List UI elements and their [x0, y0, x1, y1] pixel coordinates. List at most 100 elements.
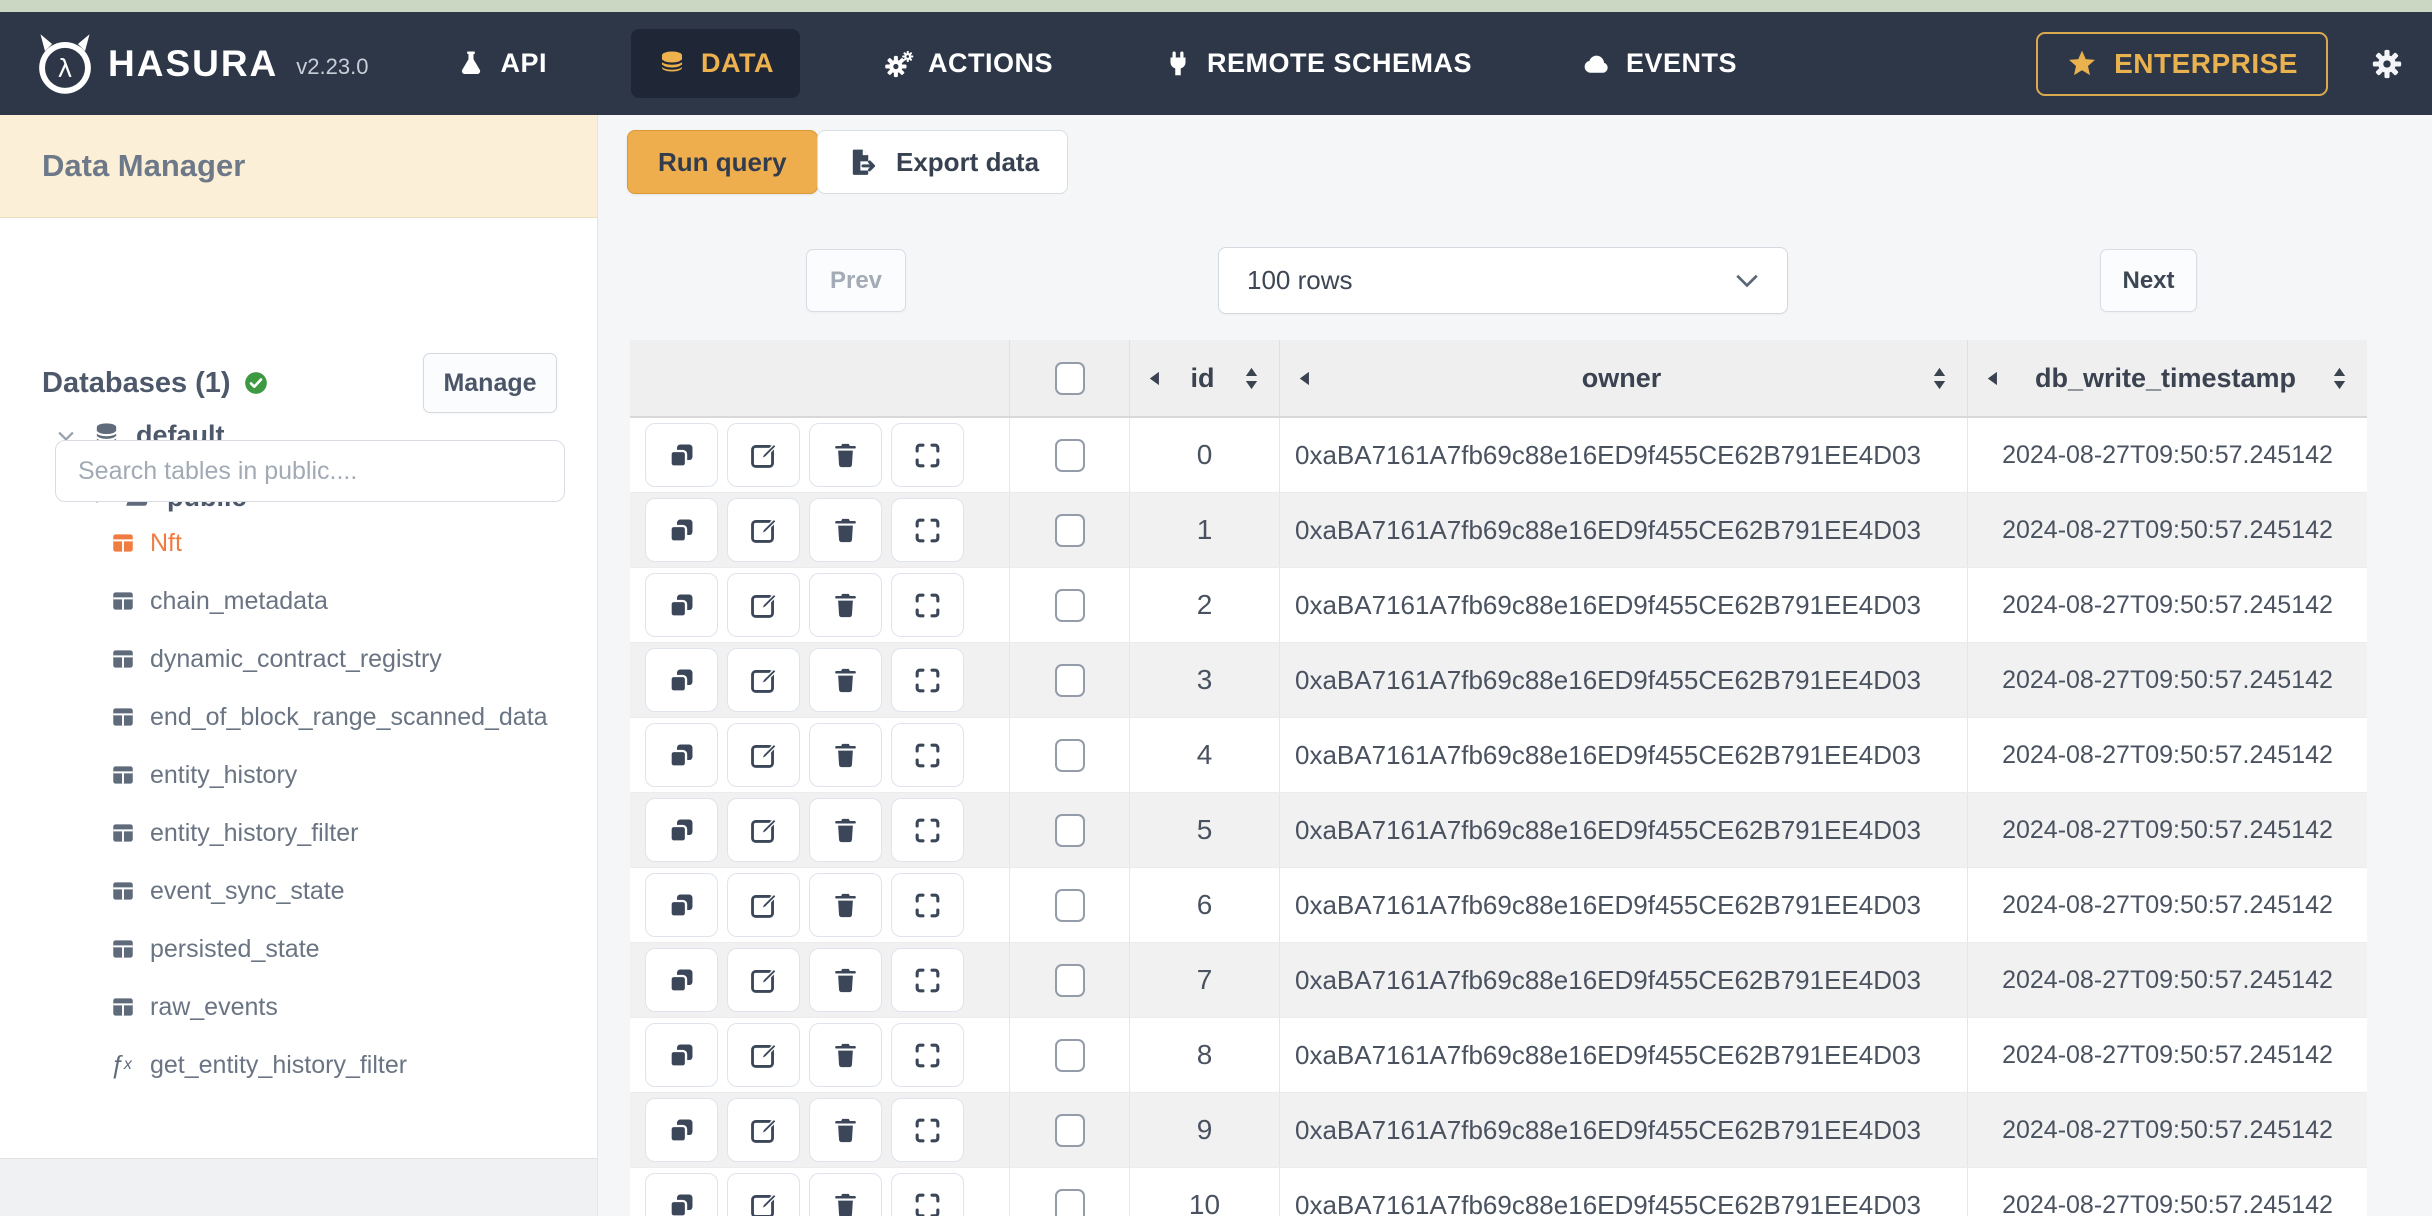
edit-row-button[interactable] [727, 648, 800, 712]
sidebar-table-item[interactable]: ƒx event_sync_state [110, 862, 597, 920]
enterprise-button[interactable]: ENTERPRISE [2036, 31, 2328, 96]
delete-row-button[interactable] [809, 648, 882, 712]
edit-row-button[interactable] [727, 498, 800, 562]
edit-row-button[interactable] [727, 423, 800, 487]
delete-row-button[interactable] [809, 1098, 882, 1162]
edit-row-button[interactable] [727, 873, 800, 937]
next-page-button[interactable]: Next [2100, 249, 2197, 312]
freeze-column-icon[interactable] [1298, 370, 1311, 387]
sidebar-table-item[interactable]: ƒx dynamic_contract_registry [110, 630, 597, 688]
sidebar-table-item[interactable]: ƒx entity_history_filter [110, 804, 597, 862]
delete-row-button[interactable] [809, 1173, 882, 1216]
chevron-down-icon [1735, 273, 1759, 289]
freeze-column-icon[interactable] [1986, 370, 1999, 387]
row-checkbox[interactable] [1054, 438, 1085, 472]
clone-row-button[interactable] [645, 723, 718, 787]
column-header-db-write-timestamp[interactable]: db_write_timestamp [1967, 340, 2367, 416]
delete-row-button[interactable] [809, 798, 882, 862]
expand-row-button[interactable] [891, 1098, 964, 1162]
delete-row-button[interactable] [809, 873, 882, 937]
delete-row-button[interactable] [809, 948, 882, 1012]
clone-row-button[interactable] [645, 798, 718, 862]
brand[interactable]: λ HASURA v2.23.0 [34, 33, 368, 95]
expand-row-button[interactable] [891, 423, 964, 487]
clone-row-button[interactable] [645, 423, 718, 487]
nav-item-data[interactable]: DATA [630, 29, 800, 98]
sort-icon[interactable] [1244, 366, 1261, 391]
expand-row-button[interactable] [891, 948, 964, 1012]
export-data-button[interactable]: Export data [817, 130, 1069, 194]
nav-item-actions[interactable]: ACTIONS [858, 29, 1079, 98]
sidebar-table-item[interactable]: ƒx chain_metadata [110, 572, 597, 630]
edit-row-button[interactable] [727, 798, 800, 862]
table-name: dynamic_contract_registry [150, 644, 442, 673]
delete-row-button[interactable] [809, 573, 882, 637]
row-checkbox[interactable] [1054, 1188, 1085, 1216]
clone-row-button[interactable] [645, 1173, 718, 1216]
clone-row-button[interactable] [645, 873, 718, 937]
sort-icon[interactable] [2332, 366, 2349, 391]
version-label: v2.23.0 [296, 53, 369, 79]
sidebar-table-item[interactable]: ƒx persisted_state [110, 920, 597, 978]
column-header-id[interactable]: id [1129, 340, 1279, 416]
clone-row-button[interactable] [645, 498, 718, 562]
sidebar-table-item[interactable]: ƒx raw_events [110, 978, 597, 1036]
freeze-column-icon[interactable] [1148, 370, 1161, 387]
cell-id: 5 [1129, 793, 1279, 867]
manage-button[interactable]: Manage [423, 353, 557, 413]
cell-id: 0 [1129, 418, 1279, 492]
star-icon [2066, 48, 2098, 80]
table-name: end_of_block_range_scanned_data [150, 702, 548, 731]
clone-row-button[interactable] [645, 948, 718, 1012]
clone-row-button[interactable] [645, 1098, 718, 1162]
row-checkbox[interactable] [1054, 513, 1085, 547]
delete-row-button[interactable] [809, 498, 882, 562]
clone-row-button[interactable] [645, 573, 718, 637]
nav-item-events[interactable]: EVENTS [1556, 29, 1763, 98]
rows-per-page-select[interactable]: 100 rows [1218, 247, 1788, 314]
nav-item-remote-schemas[interactable]: REMOTE SCHEMAS [1137, 29, 1498, 98]
sidebar-table-item[interactable]: ƒx get_entity_history_filter [110, 1036, 597, 1094]
expand-row-button[interactable] [891, 498, 964, 562]
clone-row-button[interactable] [645, 648, 718, 712]
edit-row-button[interactable] [727, 948, 800, 1012]
search-tables-input[interactable] [55, 440, 565, 502]
expand-row-button[interactable] [891, 873, 964, 937]
rows-per-page-value: 100 rows [1247, 265, 1353, 295]
gear-icon[interactable] [2370, 47, 2404, 81]
expand-row-button[interactable] [891, 573, 964, 637]
row-checkbox[interactable] [1054, 663, 1085, 697]
row-checkbox[interactable] [1054, 963, 1085, 997]
sidebar-table-item[interactable]: ƒx Nft [110, 514, 597, 572]
sidebar-table-item[interactable]: ƒx entity_history [110, 746, 597, 804]
delete-row-button[interactable] [809, 1023, 882, 1087]
nav-item-api[interactable]: API [430, 29, 573, 98]
table-name: entity_history [150, 760, 298, 789]
delete-row-button[interactable] [809, 723, 882, 787]
prev-page-button[interactable]: Prev [806, 249, 906, 312]
clone-row-button[interactable] [645, 1023, 718, 1087]
edit-row-button[interactable] [727, 1023, 800, 1087]
edit-row-button[interactable] [727, 1098, 800, 1162]
expand-row-button[interactable] [891, 1023, 964, 1087]
row-checkbox[interactable] [1054, 813, 1085, 847]
expand-row-button[interactable] [891, 723, 964, 787]
expand-row-button[interactable] [891, 648, 964, 712]
delete-row-button[interactable] [809, 423, 882, 487]
row-actions-cell [630, 568, 1009, 642]
expand-row-button[interactable] [891, 798, 964, 862]
row-checkbox[interactable] [1054, 738, 1085, 772]
edit-row-button[interactable] [727, 1173, 800, 1216]
column-header-owner[interactable]: owner [1279, 340, 1967, 416]
sidebar-table-item[interactable]: ƒx end_of_block_range_scanned_data [110, 688, 597, 746]
select-all-checkbox[interactable] [1054, 361, 1085, 395]
edit-row-button[interactable] [727, 723, 800, 787]
edit-row-button[interactable] [727, 573, 800, 637]
expand-row-button[interactable] [891, 1173, 964, 1216]
row-checkbox[interactable] [1054, 588, 1085, 622]
row-checkbox[interactable] [1054, 888, 1085, 922]
run-query-button[interactable]: Run query [627, 130, 818, 194]
row-checkbox[interactable] [1054, 1113, 1085, 1147]
sort-icon[interactable] [1932, 366, 1949, 391]
row-checkbox[interactable] [1054, 1038, 1085, 1072]
